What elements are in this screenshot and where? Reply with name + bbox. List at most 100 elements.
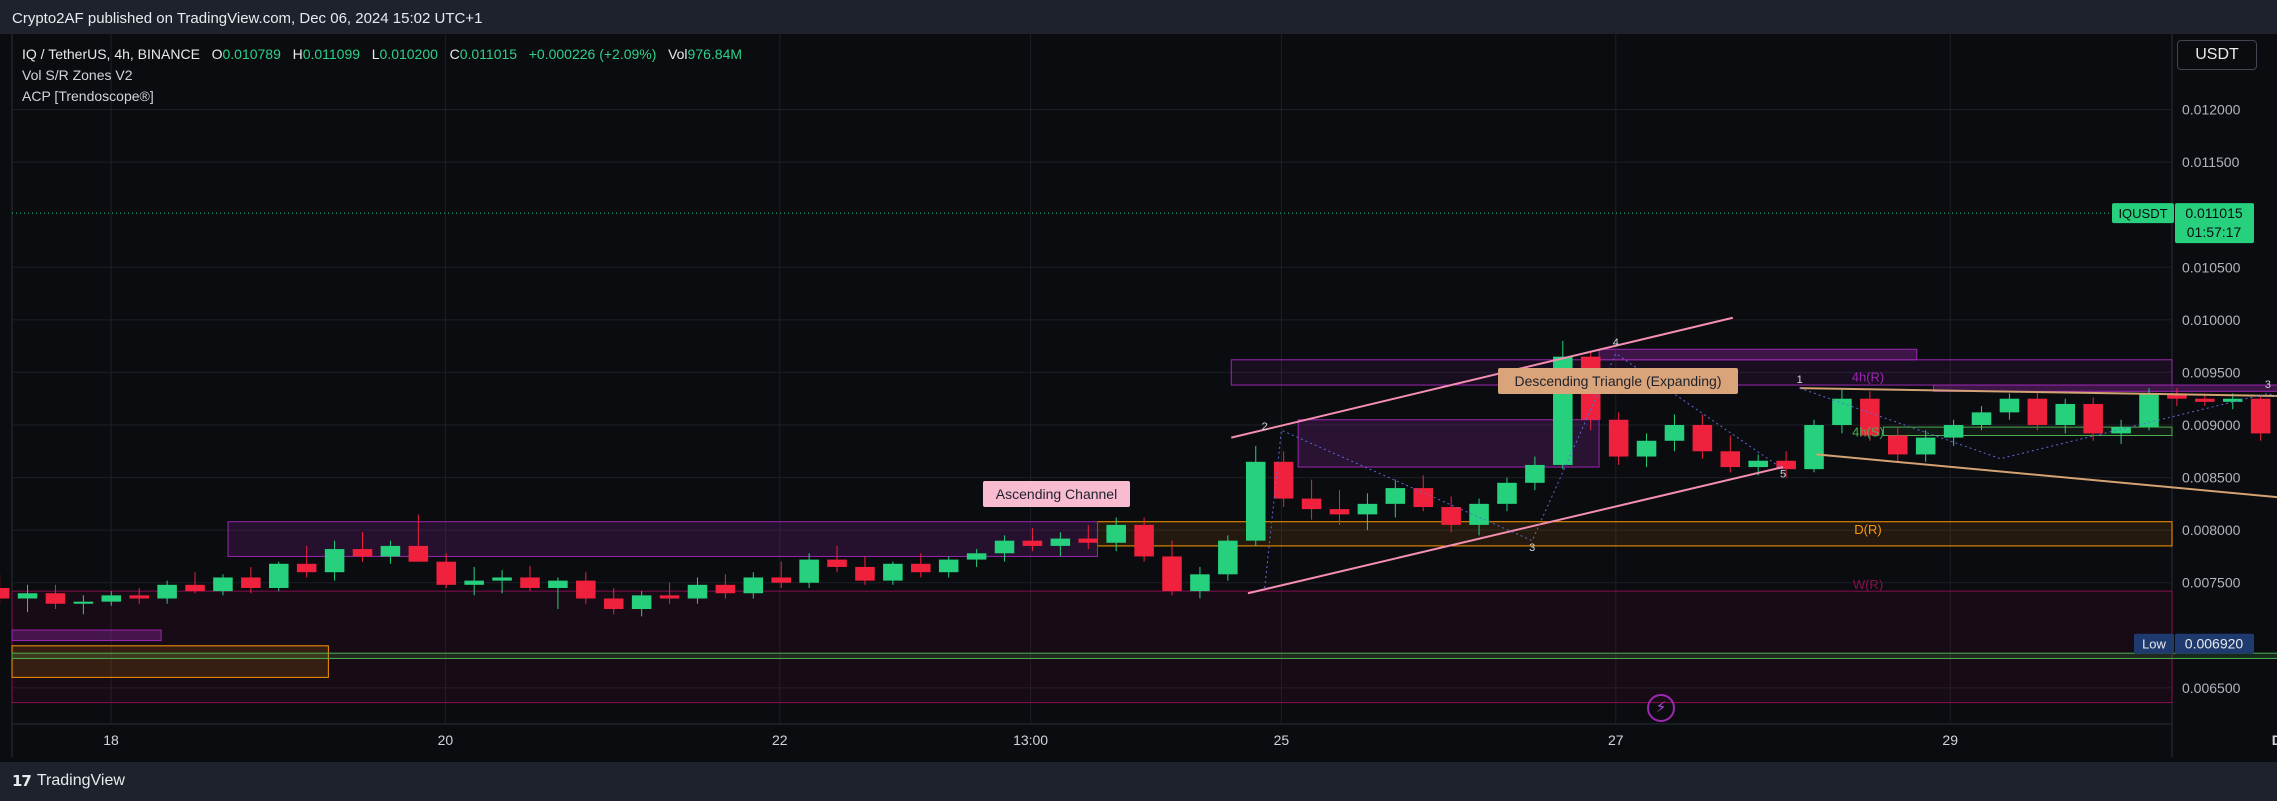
candle-body: [2027, 398, 2048, 425]
candle-body: [408, 545, 429, 562]
x-tick-label: 25: [1274, 732, 1290, 748]
low-label-text: Low: [2142, 637, 2166, 652]
volume-value: 976.84M: [687, 46, 743, 62]
candle-body: [827, 559, 847, 567]
candle: [0, 574, 10, 604]
low-price-value: 0.006920: [2185, 636, 2244, 652]
candle-body: [1692, 424, 1713, 452]
y-tick-label: 0.008500: [2182, 470, 2241, 486]
candle-body: [1162, 556, 1182, 592]
candle-body: [1943, 424, 1964, 438]
candle: [1804, 419, 1824, 473]
indicator-acp[interactable]: ACP [Trendoscope®]: [22, 86, 742, 107]
candle-body: [380, 545, 401, 557]
candle-body: [938, 559, 959, 573]
indicator-vol-sr[interactable]: Vol S/R Zones V2: [22, 65, 742, 86]
candle-body: [324, 549, 345, 573]
candle-body: [1608, 419, 1629, 457]
close-value: 0.011015: [459, 46, 518, 62]
candle-body: [631, 595, 652, 610]
tradingview-logo[interactable]: 17 TradingView: [12, 772, 125, 790]
pivot-label: 5: [1780, 469, 1786, 481]
candle-body: [1441, 507, 1461, 525]
price-chart[interactable]: 24351354Ascending ChannelDescending Tria…: [0, 0, 2277, 801]
candle-body: [101, 595, 122, 602]
countdown-value: 01:57:17: [2187, 224, 2242, 240]
candle-body: [1190, 574, 1210, 592]
candle-body: [994, 540, 1015, 554]
y-tick-label: 0.008000: [2182, 522, 2241, 538]
currency-button[interactable]: USDT: [2177, 40, 2257, 70]
lightning-icon[interactable]: ⚡: [1647, 694, 1675, 722]
candle-body: [715, 584, 736, 594]
candle-body: [911, 563, 931, 573]
high-value: 0.011099: [302, 46, 361, 62]
symbol-label[interactable]: IQ / TetherUS, 4h, BINANCE: [22, 46, 200, 62]
candle-body: [1329, 509, 1350, 515]
candle-body: [1664, 424, 1685, 441]
candle-body: [1804, 424, 1824, 470]
candle-body: [1078, 538, 1099, 543]
candle-body: [1469, 503, 1489, 525]
y-tick-label: 0.007500: [2182, 575, 2241, 591]
pivot-label: 4: [1613, 337, 1619, 349]
candle-body: [743, 577, 764, 594]
x-tick-label: 13:00: [1013, 732, 1048, 748]
candle-body: [1218, 540, 1238, 575]
zone-label: 4h(S): [1852, 424, 1884, 439]
footer-bar: 17 TradingView: [0, 762, 2277, 801]
brand-name: TradingView: [36, 772, 125, 789]
low-label: L: [371, 46, 380, 62]
candle-body: [1999, 398, 2020, 413]
tradingview-logo-icon: 17: [12, 772, 32, 790]
change-value: +0.000226 (+2.09%): [528, 46, 657, 62]
candle-body: [1022, 540, 1043, 546]
candle-body: [129, 595, 149, 599]
high-label: H: [292, 46, 303, 62]
volume-label: Vol: [668, 46, 688, 62]
chart-frame: Crypto2AF published on TradingView.com, …: [0, 0, 2277, 801]
candle-body: [548, 580, 568, 588]
x-tick-label: 22: [772, 732, 788, 748]
pivot-label: 3: [1529, 542, 1535, 554]
candle-body: [1497, 482, 1517, 504]
candle-body: [799, 559, 819, 583]
candle-body: [1245, 461, 1266, 541]
candle-body: [520, 577, 540, 588]
candle-body: [576, 580, 596, 599]
last-price-value: 0.011015: [2185, 205, 2243, 221]
y-tick-label: 0.011500: [2182, 154, 2240, 170]
x-tick-label: 29: [1942, 732, 1958, 748]
open-value: 0.010789: [222, 46, 281, 62]
candle-body: [185, 584, 205, 592]
volume-zone: [11, 652, 2277, 659]
candle-body: [1971, 412, 1992, 425]
y-tick-label: 0.010500: [2182, 259, 2241, 275]
candle-body: [241, 577, 261, 588]
candle-body: [1134, 524, 1154, 557]
close-label: C: [449, 46, 460, 62]
candle-body: [2111, 427, 2131, 434]
symbol-tag-text: IQUSDT: [2118, 206, 2167, 221]
low-value: 0.010200: [379, 46, 438, 62]
candle-body: [352, 549, 373, 557]
candle-body: [1636, 440, 1657, 457]
y-tick-label: 0.009000: [2182, 417, 2241, 433]
candle-body: [213, 577, 233, 592]
candle-body: [603, 598, 624, 610]
x-tick-label: 18: [103, 732, 119, 748]
candle-body: [2222, 398, 2243, 402]
y-tick-label: 0.009500: [2182, 364, 2241, 380]
x-tick-label: Dec: [2272, 732, 2277, 748]
candle-body: [687, 584, 708, 599]
candle-body: [296, 563, 317, 573]
pivot-label: 1: [1797, 374, 1803, 386]
candle-body: [1385, 488, 1406, 504]
candle-body: [436, 561, 457, 585]
y-tick-label: 0.010000: [2182, 312, 2241, 328]
candle-body: [45, 593, 66, 604]
candle-body: [1748, 460, 1768, 468]
candle-body: [2195, 398, 2215, 402]
zone-label: W(R): [1853, 577, 1883, 592]
y-tick-label: 0.006500: [2182, 680, 2241, 696]
